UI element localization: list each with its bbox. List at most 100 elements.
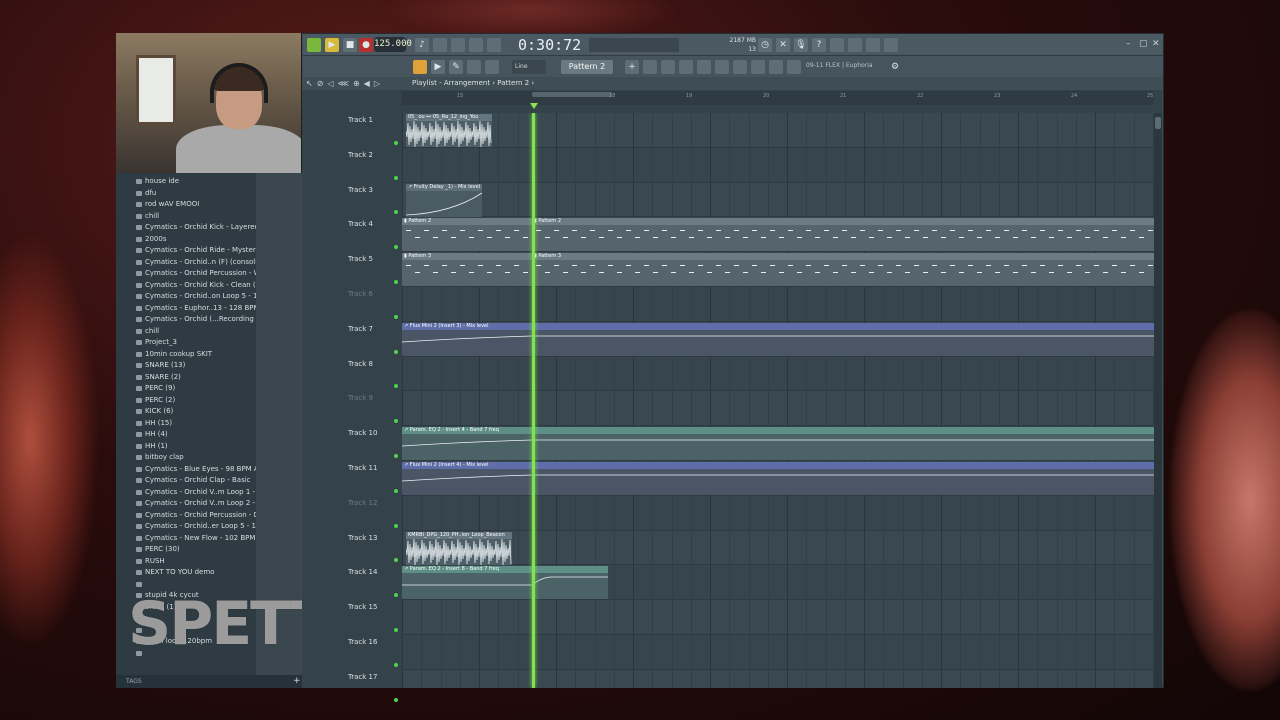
browser-item[interactable]: Cymatics - Orchid V..m Loop 2 - 97 BPM — [136, 498, 256, 510]
link-icon[interactable] — [467, 60, 481, 74]
scroll-thumb[interactable] — [1155, 117, 1161, 129]
playhead-marker-icon[interactable] — [530, 103, 538, 109]
browser-item[interactable]: Cymatics - Orchid..n (F) (consolidated) — [136, 257, 256, 269]
browser-item[interactable]: 2000s — [136, 234, 256, 246]
maximize-icon[interactable]: ▢ — [1139, 39, 1148, 49]
browser-item[interactable]: SNARE (13) — [136, 360, 256, 372]
track-active-led[interactable] — [394, 140, 398, 145]
track-lane[interactable] — [402, 356, 1154, 392]
playlist-icon[interactable] — [697, 60, 711, 74]
playlist-clip[interactable]: ↗ Param. EQ 2 - Insert 4 - Band 7 freq — [402, 427, 1154, 461]
timeline-ruler[interactable]: 15 18 19 20 21 22 23 24 25 — [402, 91, 1154, 105]
playlist-clip[interactable]: ▮ Pattern 3 — [402, 253, 532, 287]
snap-select[interactable]: Line — [512, 60, 546, 74]
browser-item[interactable]: rod wAV EMOOI — [136, 199, 256, 211]
browser-item[interactable]: Cymatics - Orchid Percussion - Dry 1 — [136, 510, 256, 522]
track-lane[interactable] — [402, 391, 1154, 427]
browser-item[interactable]: Cymatics - Orchid Percussion - Wet 4 — [136, 268, 256, 280]
track-lane[interactable] — [402, 113, 1154, 148]
browser-icon[interactable] — [715, 60, 729, 74]
track-header[interactable]: Track 11 — [344, 461, 402, 496]
track-active-led[interactable] — [394, 314, 398, 319]
browser-item[interactable]: bitboy clap — [136, 452, 256, 464]
wait-icon[interactable] — [433, 38, 447, 52]
tool-prev-icon[interactable]: ⋘ — [338, 77, 349, 90]
browser-item[interactable]: Cymatics - Orchid V..m Loop 1 - 90 BPM — [136, 487, 256, 499]
browser-item[interactable]: chill — [136, 326, 256, 338]
track-active-led[interactable] — [394, 558, 398, 563]
browser-item[interactable]: Cymatics - Orchid (...Recording - Waves — [136, 314, 256, 326]
track-lane[interactable] — [402, 670, 1154, 688]
browser-item[interactable]: Cymatics - Blue Eyes - 98 BPM A Min — [136, 464, 256, 476]
track-active-led[interactable] — [394, 488, 398, 493]
browser-item[interactable]: PERC (30) — [136, 544, 256, 556]
tool-zoom-icon[interactable]: ⊕ — [353, 77, 360, 90]
track-header[interactable]: Track 14 — [344, 565, 402, 600]
track-active-led[interactable] — [394, 697, 398, 702]
track-lane[interactable] — [402, 147, 1154, 183]
browser-item[interactable]: PERC (9) — [136, 383, 256, 395]
track-header[interactable]: Track 9 — [344, 391, 402, 426]
tempo-display[interactable]: 125.000 — [374, 37, 412, 52]
track-active-led[interactable] — [394, 523, 398, 528]
tool-next-icon[interactable]: ▷ — [374, 77, 380, 90]
pencil-icon[interactable]: ✎ — [449, 60, 463, 74]
minimize-icon[interactable]: – — [1126, 39, 1131, 49]
browser-item[interactable]: Cymatics - Euphor..13 - 128 BPM E Min — [136, 303, 256, 315]
track-lane[interactable] — [402, 495, 1154, 531]
track-header[interactable]: Track 12 — [344, 496, 402, 531]
tool-arrow-icon[interactable]: ↖ — [306, 77, 313, 90]
plugin-icon[interactable] — [830, 38, 844, 52]
step-edit-icon[interactable] — [469, 38, 483, 52]
export-icon[interactable] — [884, 38, 898, 52]
loop-record-icon[interactable] — [487, 38, 501, 52]
track-header[interactable]: Track 13 — [344, 531, 402, 566]
mic-icon[interactable]: 🎙 — [794, 38, 808, 52]
track-active-led[interactable] — [394, 384, 398, 389]
browser-item[interactable]: Cymatics - Orchid Kick - Layered (F#) — [136, 222, 256, 234]
browser-item[interactable]: Cymatics - Orchid Kick - Clean (F) — [136, 280, 256, 292]
mixer-icon[interactable] — [848, 38, 862, 52]
tool-slice-icon[interactable]: ⊘ — [317, 77, 324, 90]
track-header[interactable]: Track 17 — [344, 670, 402, 705]
playlist-clip[interactable]: KMRBI_DPG_120_PH..ion_Loop_Beacon — [406, 531, 512, 565]
track-header[interactable]: Track 10 — [344, 426, 402, 461]
arrow-right-icon[interactable]: ▶ — [431, 60, 445, 74]
track-header[interactable]: Track 8 — [344, 357, 402, 392]
track-active-led[interactable] — [394, 453, 398, 458]
browser-item[interactable]: 10min cookup SKIT — [136, 349, 256, 361]
playlist-clip[interactable]: ▮ Pattern 3 — [532, 253, 1154, 287]
track-header[interactable]: Track 3 — [344, 183, 402, 218]
gear-icon[interactable]: ⚙ — [888, 60, 902, 74]
playlist-clip[interactable]: ↗ Param. EQ 2 - Insert 8 - Band 7 freq — [402, 566, 608, 600]
stamp-icon[interactable] — [485, 60, 499, 74]
plugin-picker-icon[interactable] — [733, 60, 747, 74]
channel-rack-icon[interactable] — [661, 60, 675, 74]
browser-item[interactable]: HH (15) — [136, 418, 256, 430]
stop-icon[interactable]: ■ — [343, 38, 357, 52]
track-active-led[interactable] — [394, 245, 398, 250]
browser-item[interactable]: chill — [136, 211, 256, 223]
tools-icon[interactable]: ✕ — [776, 38, 790, 52]
touch-keyboard-icon[interactable] — [751, 60, 765, 74]
track-active-led[interactable] — [394, 210, 398, 215]
track-header[interactable]: Track 1 — [344, 113, 402, 148]
tool-back-icon[interactable]: ◁ — [327, 77, 333, 90]
playlist-clip[interactable]: 05_ ou ⊷ 05_Ra_12_ing_You — [406, 114, 492, 147]
browser-item[interactable]: Project_3 — [136, 337, 256, 349]
playhead[interactable] — [532, 113, 535, 688]
track-active-led[interactable] — [394, 349, 398, 354]
online-icon[interactable]: ◷ — [758, 38, 772, 52]
tool-speaker-icon[interactable]: ◀ — [364, 77, 370, 90]
browser-item[interactable]: Cymatics - New Flow - 102 BPM F Min — [136, 533, 256, 545]
song-time-display[interactable]: 0:30:72 — [518, 35, 584, 55]
chat-icon[interactable] — [866, 38, 880, 52]
arrangement-lanes[interactable]: 05_ ou ⊷ 05_Ra_12_ing_You ↗ Fruity Delay … — [402, 113, 1154, 688]
track-active-led[interactable] — [394, 662, 398, 667]
playlist-clip[interactable]: ▮ Pattern 2 — [402, 218, 532, 252]
track-active-led[interactable] — [394, 279, 398, 284]
browser-item[interactable]: HH (1) — [136, 441, 256, 453]
track-header[interactable]: Track 15 — [344, 600, 402, 635]
track-header[interactable]: Track 16 — [344, 635, 402, 670]
pattern-selector[interactable]: Pattern 2 — [561, 60, 613, 74]
